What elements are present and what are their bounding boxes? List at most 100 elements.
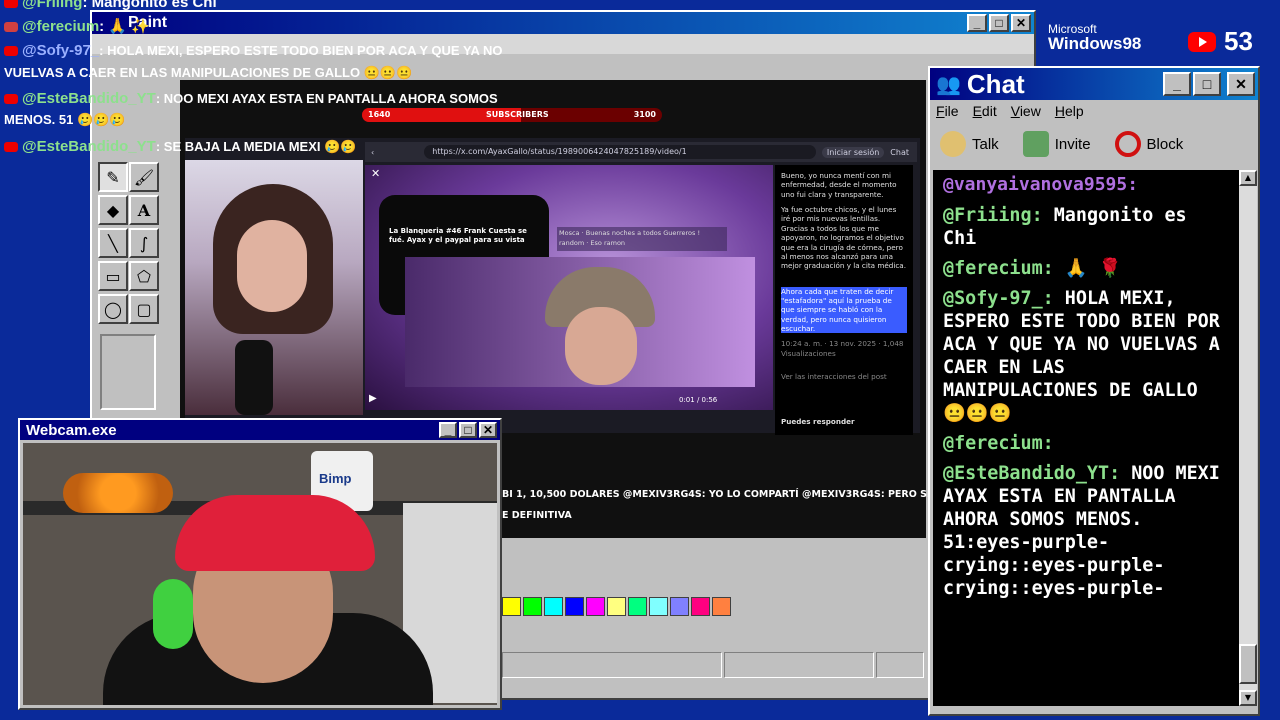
palette-swatch[interactable] xyxy=(565,597,584,616)
minimize-button[interactable]: _ xyxy=(1163,72,1191,96)
x-video-player[interactable]: La Blanqueria #46 Frank Cuesta se fué. A… xyxy=(365,165,773,410)
chat-window: 👥 Chat _ □ ✕ File Edit View Help Talk In… xyxy=(928,66,1260,716)
block-button[interactable]: Block xyxy=(1114,131,1184,157)
video-time: 0:01 / 0:56 xyxy=(679,396,718,404)
palette-swatch[interactable] xyxy=(523,597,542,616)
palette-swatch[interactable] xyxy=(607,597,626,616)
youtube-icon xyxy=(4,46,18,57)
video-play-icon[interactable]: ▶ xyxy=(369,393,377,404)
overlay-user: @Friiing xyxy=(22,0,83,11)
menu-file[interactable]: File xyxy=(936,103,959,119)
scroll-thumb[interactable] xyxy=(1239,644,1257,684)
paint-title: Paint xyxy=(128,14,168,31)
polygon-tool-icon[interactable]: ⬠ xyxy=(129,261,159,291)
webcam-title: Webcam.exe xyxy=(26,421,117,439)
maximize-button[interactable]: □ xyxy=(1193,72,1221,96)
youtube-viewer-counter: 53 xyxy=(1188,26,1253,57)
palette-swatch[interactable] xyxy=(712,597,731,616)
palette-swatch[interactable] xyxy=(649,597,668,616)
ellipse-tool-icon[interactable]: ◯ xyxy=(98,294,128,324)
chat-message-text: 🙏 🌹 xyxy=(1053,258,1122,279)
minimize-button[interactable]: _ xyxy=(439,422,457,438)
overlay-chat-line: @Friiing: Mangonito es Chi xyxy=(0,0,217,11)
back-icon[interactable]: ‹ xyxy=(371,148,374,157)
brush-tool-icon[interactable]: 🖌 xyxy=(129,162,159,192)
chat-message: @ferecium: xyxy=(943,432,1223,455)
viewer-count: 53 xyxy=(1224,26,1253,56)
overlay-chat-line: @EsteBandido_YT: SE BAJA LA MEDIA MEXI 🥲… xyxy=(0,138,357,155)
post-interactions-link[interactable]: Ver las interacciones del post xyxy=(781,372,907,381)
subscriber-goal: 3100 xyxy=(633,110,656,119)
scroll-down-icon[interactable]: ▼ xyxy=(1239,690,1257,706)
browser-login[interactable]: Iniciar sesión xyxy=(821,146,885,158)
chat-message-user: @Sofy-97_: xyxy=(943,288,1054,309)
palette-swatch[interactable] xyxy=(670,597,689,616)
chat-app-icon: 👥 xyxy=(936,73,961,96)
talk-button[interactable]: Talk xyxy=(940,131,999,157)
chat-scrollbar[interactable]: ▲ ▼ xyxy=(1239,170,1257,706)
chat-menu-bar: File Edit View Help xyxy=(930,100,1258,122)
windows98-logo: Microsoft Windows98 xyxy=(1048,22,1141,54)
block-label: Block xyxy=(1146,135,1184,153)
x-post-text: Bueno, yo nunca mentí con mi enfermedad,… xyxy=(775,165,913,435)
webcam-titlebar: Webcam.exe _ □ ✕ xyxy=(20,420,500,440)
chat-message-user: @EsteBandido_YT: xyxy=(943,463,1121,484)
menu-help[interactable]: Help xyxy=(1055,103,1084,119)
paint-toolbox: ✎ 🖌 ◆ A ╲ ∫ ▭ ⬠ ◯ ▢ xyxy=(96,150,160,414)
close-button[interactable]: ✕ xyxy=(1227,72,1255,96)
overlay-chat-line: @ferecium: 🙏 ✨ xyxy=(0,17,150,35)
talk-icon xyxy=(940,131,966,157)
browser-chat-button[interactable]: Chat xyxy=(890,148,909,157)
close-button[interactable]: ✕ xyxy=(1011,14,1031,32)
subscriber-current: 1640 xyxy=(368,110,391,119)
invite-label: Invite xyxy=(1054,135,1091,153)
post-text-2: Ya fue octubre chicos, y el lunes iré po… xyxy=(781,205,906,271)
video-chat-2-user: random xyxy=(559,238,585,247)
curve-tool-icon[interactable]: ∫ xyxy=(129,228,159,258)
overlay-user: @EsteBandido_YT xyxy=(22,90,156,107)
youtube-icon xyxy=(4,0,18,9)
rectangle-tool-icon[interactable]: ▭ xyxy=(98,261,128,291)
video-chat-1-text: Buenas noches a todos Guerreros ! xyxy=(585,229,701,237)
menu-view[interactable]: View xyxy=(1011,103,1041,119)
youtube-logo-icon xyxy=(1188,31,1216,52)
status-cell-1 xyxy=(502,652,722,678)
chat-message: @ferecium: 🙏 🌹 xyxy=(943,257,1223,280)
green-headphone xyxy=(153,579,193,649)
close-button[interactable]: ✕ xyxy=(479,422,497,438)
overlay-text: MENOS. 51 🥲🥲🥲 xyxy=(4,112,126,127)
post-meta: 10:24 a. m. · 13 nov. 2025 · 1,048 Visua… xyxy=(781,339,904,358)
close-video-icon[interactable]: ✕ xyxy=(371,167,380,180)
overlay-chat-line: MENOS. 51 🥲🥲🥲 xyxy=(4,112,126,128)
line-tool-icon[interactable]: ╲ xyxy=(98,228,128,258)
wrench-icon xyxy=(4,22,18,33)
rounded-rect-tool-icon[interactable]: ▢ xyxy=(129,294,159,324)
video-headline: La Blanqueria #46 Frank Cuesta se fué. A… xyxy=(389,227,527,245)
chat-toolbar: Talk Invite Block xyxy=(930,122,1258,166)
overlay-text: : SE BAJA LA MEDIA MEXI 🥲🥲 xyxy=(155,139,357,154)
post-text-3: Ahora cada que traten de decir "estafado… xyxy=(781,286,907,334)
palette-swatch[interactable] xyxy=(691,597,710,616)
status-cell-3 xyxy=(876,652,924,678)
invite-button[interactable]: Invite xyxy=(1022,131,1091,157)
overlay-text: : HOLA MEXI, ESPERO ESTE TODO BIEN POR A… xyxy=(99,43,503,58)
overlay-text: : NOO MEXI AYAX ESTA EN PANTALLA AHORA S… xyxy=(155,91,498,106)
minimize-button[interactable]: _ xyxy=(967,14,987,32)
text-tool-icon[interactable]: A xyxy=(129,195,159,225)
scroll-up-icon[interactable]: ▲ xyxy=(1239,170,1257,186)
maximize-button[interactable]: □ xyxy=(989,14,1009,32)
maximize-button[interactable]: □ xyxy=(459,422,477,438)
palette-swatch[interactable] xyxy=(628,597,647,616)
overlay-chat-line: @EsteBandido_YT: NOO MEXI AYAX ESTA EN P… xyxy=(0,90,498,107)
palette-swatch[interactable] xyxy=(586,597,605,616)
paint-titlebar: Paint _ □ ✕ xyxy=(92,12,1034,34)
youtube-icon xyxy=(4,94,18,105)
palette-swatch[interactable] xyxy=(544,597,563,616)
menu-edit[interactable]: Edit xyxy=(973,103,997,119)
overlay-user: @ferecium xyxy=(22,18,100,35)
browser-url[interactable]: https://x.com/AyaxGallo/status/198900642… xyxy=(424,145,816,159)
post-reply-notice: Puedes responder xyxy=(781,417,855,427)
fill-tool-icon[interactable]: ◆ xyxy=(98,195,128,225)
pencil-tool-icon[interactable]: ✎ xyxy=(98,162,128,192)
palette-swatch[interactable] xyxy=(502,597,521,616)
